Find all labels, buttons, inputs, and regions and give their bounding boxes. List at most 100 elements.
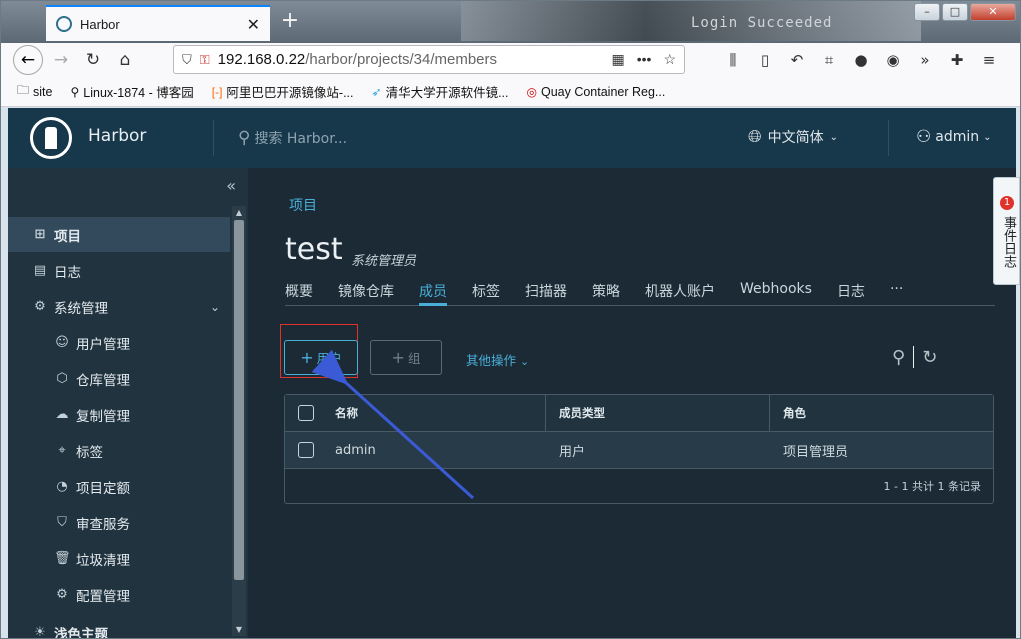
puzzle-icon[interactable]: ✚ — [943, 51, 971, 69]
column-name[interactable]: 名称 — [335, 395, 545, 432]
scrollbar-thumb[interactable] — [234, 220, 244, 580]
language-selector[interactable]: 🌐︎ 中文简体 ⌄ — [748, 127, 838, 147]
tab-strip: Login Succeeded Harbor ✕ + – □ ✕ — [1, 1, 1020, 43]
scroll-down-icon[interactable]: ▼ — [232, 625, 246, 634]
user-menu[interactable]: ⚇ admin ⌄ — [916, 127, 992, 147]
project-tabs: 概要 镜像仓库 成员 标签 扫描器 策略 机器人账户 Webhooks 日志 ·… — [285, 278, 995, 306]
sidebar-icon[interactable]: ▯ — [751, 51, 779, 69]
breadcrumb[interactable]: 项目 — [289, 195, 317, 215]
overflow-chevron-icon[interactable]: » — [911, 51, 939, 69]
sidebar-item-interrogation[interactable]: ⛉ 审查服务 — [8, 505, 230, 540]
global-search[interactable]: ⚲ 搜索 Harbor... — [238, 128, 347, 148]
brand-name[interactable]: Harbor — [88, 126, 146, 146]
member-type: 用户 — [559, 444, 586, 460]
collapse-sidebar-icon[interactable]: « — [226, 176, 236, 195]
sidebar-item-config[interactable]: ⚙ 配置管理 — [8, 577, 230, 612]
close-tab-icon[interactable]: ✕ — [247, 15, 260, 34]
back-button[interactable]: ← — [13, 45, 43, 75]
sidebar-item-users[interactable]: ☺ 用户管理 — [8, 325, 230, 360]
sidebar-scrollbar[interactable]: ▲ ▼ — [232, 206, 246, 636]
tab-members[interactable]: 成员 — [419, 278, 447, 306]
tab-logs[interactable]: 日志 — [837, 278, 865, 306]
add-group-button[interactable]: + 组 — [370, 340, 442, 375]
reload-button[interactable]: ↻ — [77, 45, 109, 75]
sidebar-item-gc[interactable]: 🗑︎ 垃圾清理 — [8, 541, 230, 576]
trash-icon: 🗑︎ — [54, 551, 71, 566]
table-header: 名称 成员类型 角色 — [285, 394, 993, 432]
sidebar-item-replications[interactable]: ☁ 复制管理 — [8, 397, 230, 432]
user-icon: ⚇ — [916, 127, 932, 147]
undo-icon[interactable]: ↶ — [783, 51, 811, 69]
sidebar-item-quotas[interactable]: ◔ 项目定额 — [8, 469, 230, 504]
event-log-tab[interactable]: 1 事件日志 — [993, 177, 1020, 285]
sidebar-item-projects[interactable]: ⊞ 项目 — [8, 217, 230, 252]
plus-icon: + — [391, 348, 405, 367]
sidebar-item-labels[interactable]: ⌖ 标签 — [8, 433, 230, 468]
bookmark-quay[interactable]: ◎ Quay Container Reg... — [526, 85, 665, 99]
bookmark-tsinghua[interactable]: ➶ 清华大学开源软件镜... — [372, 82, 509, 101]
minimize-button[interactable]: – — [914, 3, 940, 21]
account-icon[interactable]: ◉ — [879, 51, 907, 69]
column-role[interactable]: 角色 — [769, 394, 806, 432]
tab-robot-accounts[interactable]: 机器人账户 — [645, 278, 715, 306]
chevron-down-icon: ⌄ — [209, 299, 220, 314]
tab-labels[interactable]: 标签 — [472, 278, 500, 306]
tag-icon: ⌖ — [58, 443, 66, 458]
plus-icon: + — [300, 348, 314, 367]
more-actions-dropdown[interactable]: 其他操作 ⌄ — [466, 350, 529, 369]
harbor-logo-icon[interactable] — [30, 117, 72, 159]
search-input[interactable]: 搜索 Harbor... — [254, 128, 347, 148]
cloud-icon: ☁ — [55, 407, 69, 422]
menu-icon[interactable]: ≡ — [975, 51, 1003, 69]
search-icon: ⚲ — [238, 128, 251, 148]
projects-icon: ⊞ — [34, 227, 46, 242]
tab-scanner[interactable]: 扫描器 — [525, 278, 567, 306]
select-all-checkbox[interactable] — [298, 405, 314, 421]
bookmark-site[interactable]: 🗀 site — [17, 81, 52, 102]
project-role: 系统管理员 — [351, 254, 417, 269]
close-window-button[interactable]: ✕ — [970, 3, 1016, 21]
extension-icon[interactable]: ● — [847, 51, 875, 69]
scroll-up-icon[interactable]: ▲ — [232, 208, 246, 217]
search-icon[interactable]: ⚲ — [892, 347, 905, 368]
gear-icon: ⚙ — [56, 587, 68, 602]
library-icon[interactable]: ⫼ — [719, 51, 747, 69]
forward-button[interactable]: → — [45, 45, 77, 75]
sidebar-item-logs[interactable]: ▤ 日志 — [8, 253, 230, 288]
refresh-icon[interactable]: ↻ — [922, 347, 937, 368]
maximize-button[interactable]: □ — [942, 3, 968, 21]
sidebar-item-registries[interactable]: ⬡ 仓库管理 — [8, 361, 230, 396]
tab-summary[interactable]: 概要 — [285, 278, 313, 306]
sidebar-item-administration[interactable]: ⚙ 系统管理 ⌄ — [8, 289, 230, 324]
toolbar-right: ⫼ ▯ ↶ ⌗ ● ◉ » ✚ ≡ — [719, 43, 1003, 77]
toolbar-divider — [913, 346, 915, 368]
add-user-button[interactable]: + 用户 — [284, 340, 358, 375]
quay-icon: ◎ — [526, 84, 537, 99]
url-host: 192.168.0.22 — [217, 51, 306, 68]
header-divider — [888, 120, 889, 156]
new-tab-button[interactable]: + — [278, 9, 302, 33]
bookmark-linux[interactable]: ⚲ Linux-1874 - 博客园 — [70, 82, 193, 101]
tab-webhooks[interactable]: Webhooks — [740, 278, 812, 306]
harbor-header: Harbor ⚲ 搜索 Harbor... 🌐︎ 中文简体 ⌄ ⚇ admin … — [8, 108, 1016, 168]
users-icon: ☺ — [55, 335, 69, 350]
chevron-down-icon: ⌄ — [983, 131, 992, 143]
qr-code-icon[interactable]: ▦ — [611, 51, 624, 68]
column-member-type[interactable]: 成员类型 — [545, 394, 769, 432]
shield-icon[interactable]: ⛉ — [182, 52, 192, 68]
insecure-lock-icon[interactable]: ⚿ — [200, 52, 210, 68]
home-button[interactable]: ⌂ — [109, 45, 141, 75]
browser-tab[interactable]: Harbor ✕ — [46, 5, 270, 41]
tab-more[interactable]: ··· — [890, 278, 903, 306]
row-checkbox[interactable] — [298, 442, 314, 458]
sidebar-item-theme[interactable]: ☀ 浅色主题 — [8, 615, 230, 638]
bookmark-star-icon[interactable]: ☆ — [663, 51, 676, 68]
table-row[interactable]: admin 用户 项目管理员 — [285, 432, 993, 469]
page-actions-icon[interactable]: ••• — [637, 51, 652, 68]
tab-repositories[interactable]: 镜像仓库 — [338, 278, 394, 306]
tab-policy[interactable]: 策略 — [592, 278, 620, 306]
address-bar[interactable]: ⛉ ⚿ 192.168.0.22 /harbor/projects/34/mem… — [173, 45, 685, 74]
bookmark-aliyun[interactable]: [-] 阿里巴巴开源镜像站-... — [212, 82, 354, 101]
crop-icon[interactable]: ⌗ — [815, 51, 843, 69]
chevron-down-icon: ⌄ — [829, 131, 838, 143]
